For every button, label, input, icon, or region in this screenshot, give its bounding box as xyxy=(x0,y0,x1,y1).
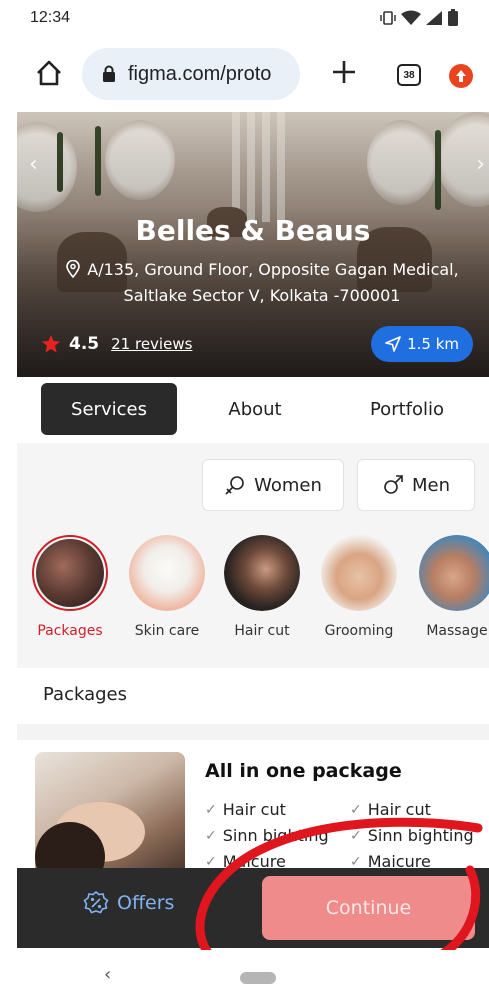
category-packages-image xyxy=(32,535,108,611)
address-line-1: A/135, Ground Floor, Opposite Gagan Medi… xyxy=(87,260,459,279)
offers-label: Offers xyxy=(117,892,175,914)
tab-services[interactable]: Services xyxy=(41,383,177,435)
salon-address: A/135, Ground Floor, Opposite Gagan Medi… xyxy=(47,257,477,309)
prototype-frame: ‹ › Belles & Beaus A/135, Ground Floor, … xyxy=(17,112,489,948)
category-label: Skin care xyxy=(134,623,200,639)
category-packages[interactable]: Packages xyxy=(20,535,120,639)
continue-button[interactable]: Continue xyxy=(262,876,475,940)
salon-hero: ‹ › Belles & Beaus A/135, Ground Floor, … xyxy=(17,112,489,377)
category-label: Massage xyxy=(426,623,488,639)
tab-switcher-button[interactable]: 38 xyxy=(397,64,421,86)
package-title: All in one package xyxy=(205,760,402,782)
men-filter-label: Men xyxy=(411,474,450,496)
wifi-icon xyxy=(401,10,421,25)
location-pin-icon xyxy=(66,260,81,278)
category-hair-cut-image xyxy=(224,535,300,611)
package-item: ✓ Sinn bighting xyxy=(205,826,329,845)
women-filter-button[interactable]: Women xyxy=(202,459,344,511)
home-icon[interactable] xyxy=(34,58,64,88)
category-grooming[interactable]: Grooming xyxy=(309,535,409,639)
offers-button[interactable]: Offers xyxy=(83,890,174,916)
distance-label: 1.5 km xyxy=(407,335,459,353)
bottom-action-bar: Offers Continue xyxy=(17,868,489,948)
female-symbol-icon xyxy=(225,476,244,495)
status-time: 12:34 xyxy=(30,9,71,26)
discount-badge-icon xyxy=(83,890,109,914)
reviews-link[interactable]: 21 reviews xyxy=(111,335,192,353)
browser-toolbar: figma.com/proto 38 xyxy=(0,40,489,110)
salon-name: Belles & Beaus xyxy=(135,214,371,247)
category-label: Hair cut xyxy=(234,623,290,639)
new-tab-icon[interactable] xyxy=(330,58,358,86)
package-item: ✓ Hair cut xyxy=(205,800,286,819)
home-gesture-pill[interactable] xyxy=(240,972,276,984)
vibrate-icon xyxy=(380,11,396,25)
male-symbol-icon xyxy=(384,475,403,494)
rating-row: 4.5 21 reviews xyxy=(41,334,192,354)
category-skin-care[interactable]: Skin care xyxy=(117,535,217,639)
services-panel: Women Men Packages Skin care Hair cut Gr… xyxy=(17,443,489,668)
status-icons xyxy=(379,9,459,27)
category-label: Grooming xyxy=(324,623,394,639)
section-title: Packages xyxy=(43,684,127,705)
status-bar: 12:34 xyxy=(0,0,489,36)
system-nav-bar: ‹ xyxy=(0,950,489,995)
distance-button[interactable]: 1.5 km xyxy=(371,326,473,362)
category-hair-cut[interactable]: Hair cut xyxy=(212,535,312,639)
check-icon: ✓ xyxy=(205,801,217,818)
tab-portfolio[interactable]: Portfolio xyxy=(347,383,467,435)
category-massage[interactable]: Massage xyxy=(407,535,489,639)
star-icon xyxy=(42,335,60,353)
url-bar[interactable]: figma.com/proto xyxy=(82,48,300,100)
check-icon: ✓ xyxy=(350,827,362,844)
address-line-2: Saltlake Sector V, Kolkata -700001 xyxy=(123,286,401,305)
check-icon: ✓ xyxy=(205,827,217,844)
hero-next-arrow-icon[interactable]: › xyxy=(476,152,485,177)
section-divider xyxy=(17,724,489,740)
battery-icon xyxy=(448,9,458,26)
package-item: ✓ Hair cut xyxy=(350,800,431,819)
hero-prev-arrow-icon[interactable]: ‹ xyxy=(29,152,38,177)
lock-icon xyxy=(103,65,115,82)
update-icon[interactable] xyxy=(449,64,473,88)
men-filter-button[interactable]: Men xyxy=(357,459,475,511)
category-label: Packages xyxy=(37,623,103,639)
back-chevron-icon[interactable]: ‹ xyxy=(104,964,111,985)
url-text: figma.com/proto xyxy=(128,62,272,85)
check-icon: ✓ xyxy=(350,801,362,818)
category-massage-image xyxy=(419,535,489,611)
salon-tabs: Services About Portfolio xyxy=(17,377,489,443)
tab-about[interactable]: About xyxy=(197,383,313,435)
women-filter-label: Women xyxy=(254,474,322,496)
signal-icon xyxy=(426,11,442,25)
category-skin-care-image xyxy=(129,535,205,611)
navigation-arrow-icon xyxy=(385,336,401,352)
package-image xyxy=(35,752,185,882)
category-grooming-image xyxy=(321,535,397,611)
tab-count: 38 xyxy=(403,69,415,81)
rating-value: 4.5 xyxy=(69,334,100,354)
package-item: ✓ Sinn bighting xyxy=(350,826,474,845)
